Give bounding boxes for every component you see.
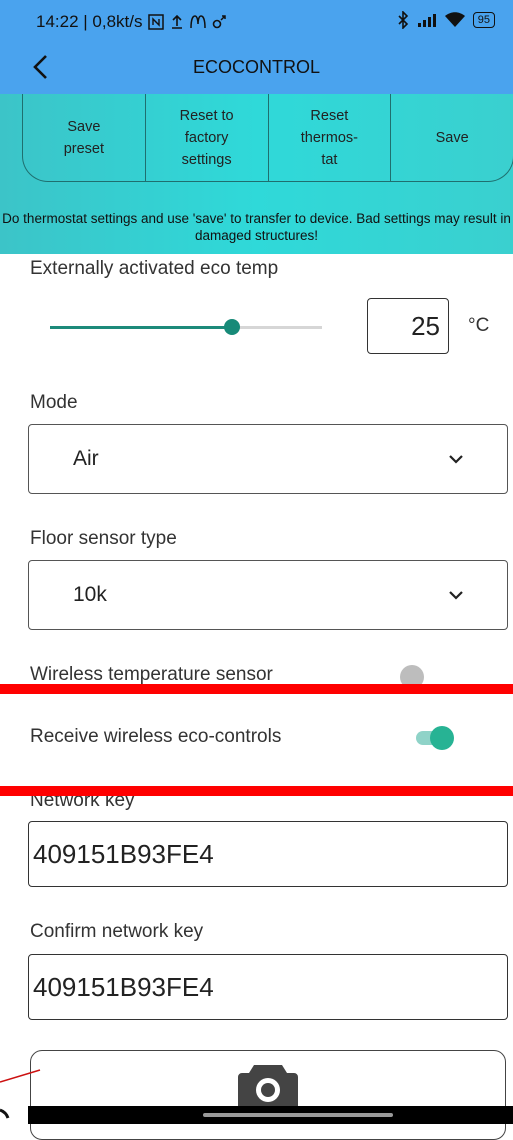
motion-icon: [213, 15, 227, 29]
warning-text: Do thermostat settings and use 'save' to…: [2, 211, 511, 243]
camera-icon: [238, 1065, 298, 1107]
upload-icon: [172, 14, 183, 29]
app-title: ECOCONTROL: [192, 57, 320, 77]
chevron-down-icon: [449, 591, 463, 600]
mode-select[interactable]: Air: [28, 424, 508, 494]
chevron-down-icon: [449, 455, 463, 464]
temp-unit-label: °C: [468, 315, 490, 336]
status-bar: 14:22 | 0,8kt/s 95: [0, 0, 513, 42]
wireless-temp-sensor-toggle[interactable]: [398, 665, 438, 689]
wireless-temp-sensor-label: Wireless temperature sensor: [30, 664, 273, 685]
floor-sensor-selected-value: 10k: [73, 583, 107, 606]
nfc-icon: [148, 14, 165, 30]
eco-temp-label: Externally activated eco temp: [30, 258, 279, 279]
camera-button[interactable]: [30, 1050, 506, 1140]
network-key-input[interactable]: 409151B93FE4: [28, 821, 508, 887]
highlight-line-bottom: [0, 786, 513, 796]
confirm-network-key-input[interactable]: 409151B93FE4: [28, 954, 508, 1020]
floor-sensor-select[interactable]: 10k: [28, 560, 508, 630]
eco-temp-slider[interactable]: [50, 316, 322, 340]
app-bar: ECOCONTROL: [0, 42, 513, 94]
system-navigation-bar: [28, 1106, 513, 1124]
wifi-icon: [444, 12, 465, 27]
slider-fill: [50, 326, 233, 329]
confirm-network-key-label: Confirm network key: [30, 921, 204, 942]
slider-thumb[interactable]: [224, 319, 241, 335]
home-indicator[interactable]: [203, 1113, 393, 1117]
settings-banner: Save preset Reset to factory settings Re…: [0, 94, 513, 254]
reset-factory-settings-button[interactable]: Reset to factory settings: [146, 94, 269, 181]
wireless-eco-controls-toggle[interactable]: [412, 726, 454, 750]
battery-indicator: 95: [472, 12, 495, 28]
highlight-line-top: [0, 684, 513, 694]
wireless-eco-controls-label: Receive wireless eco-controls: [30, 726, 282, 747]
toggle-knob: [430, 726, 454, 750]
eco-temp-input[interactable]: 25: [367, 298, 449, 354]
floor-sensor-label: Floor sensor type: [30, 528, 177, 549]
mcdonalds-icon: [190, 15, 207, 29]
save-button[interactable]: Save: [391, 94, 513, 181]
bluetooth-icon: [398, 11, 408, 29]
reset-thermostat-button[interactable]: Reset thermos- tat: [269, 94, 392, 181]
signal-icon: [417, 14, 436, 27]
save-preset-button[interactable]: Save preset: [23, 94, 146, 181]
action-button-bar: Save preset Reset to factory settings Re…: [22, 94, 513, 182]
status-time-speed: 14:22 | 0,8kt/s: [36, 12, 143, 31]
mode-selected-value: Air: [73, 447, 99, 470]
mode-label: Mode: [30, 392, 78, 413]
